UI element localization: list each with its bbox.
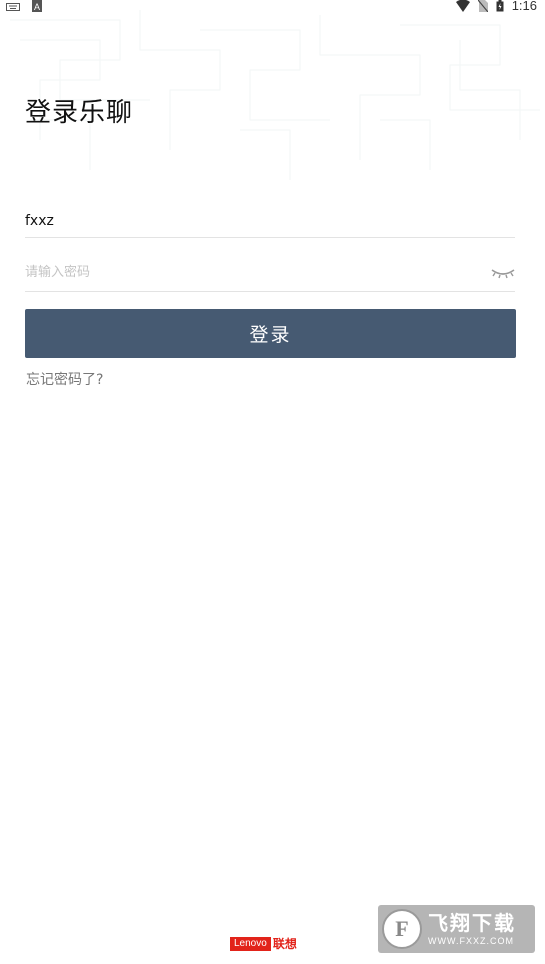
username-field (25, 208, 515, 238)
forgot-password-link[interactable]: 忘记密码了? (26, 369, 103, 389)
status-bar: A 1:16 (0, 0, 545, 14)
lenovo-logo: Lenovo 联想 (230, 935, 297, 952)
watermark: F 飞翔下载 WWW.FXXZ.COM (378, 905, 535, 953)
keyboard-icon (6, 0, 20, 16)
no-sim-icon (477, 0, 489, 16)
watermark-url: WWW.FXXZ.COM (428, 936, 514, 946)
username-input[interactable] (25, 208, 465, 234)
a-icon: A (32, 0, 42, 16)
battery-icon (496, 0, 504, 16)
watermark-logo-icon: F (382, 909, 422, 949)
status-time: 1:16 (511, 0, 537, 13)
wifi-icon (455, 0, 470, 16)
eye-closed-icon[interactable] (491, 264, 515, 282)
password-input[interactable] (25, 260, 465, 286)
page-title: 登录乐聊 (25, 98, 134, 128)
password-field (25, 260, 515, 292)
svg-text:A: A (34, 2, 40, 12)
lenovo-logo-en: Lenovo (230, 936, 271, 951)
lenovo-logo-cn: 联想 (272, 937, 297, 951)
login-button[interactable]: 登录 (25, 309, 516, 358)
watermark-title: 飞翔下载 (428, 911, 516, 935)
